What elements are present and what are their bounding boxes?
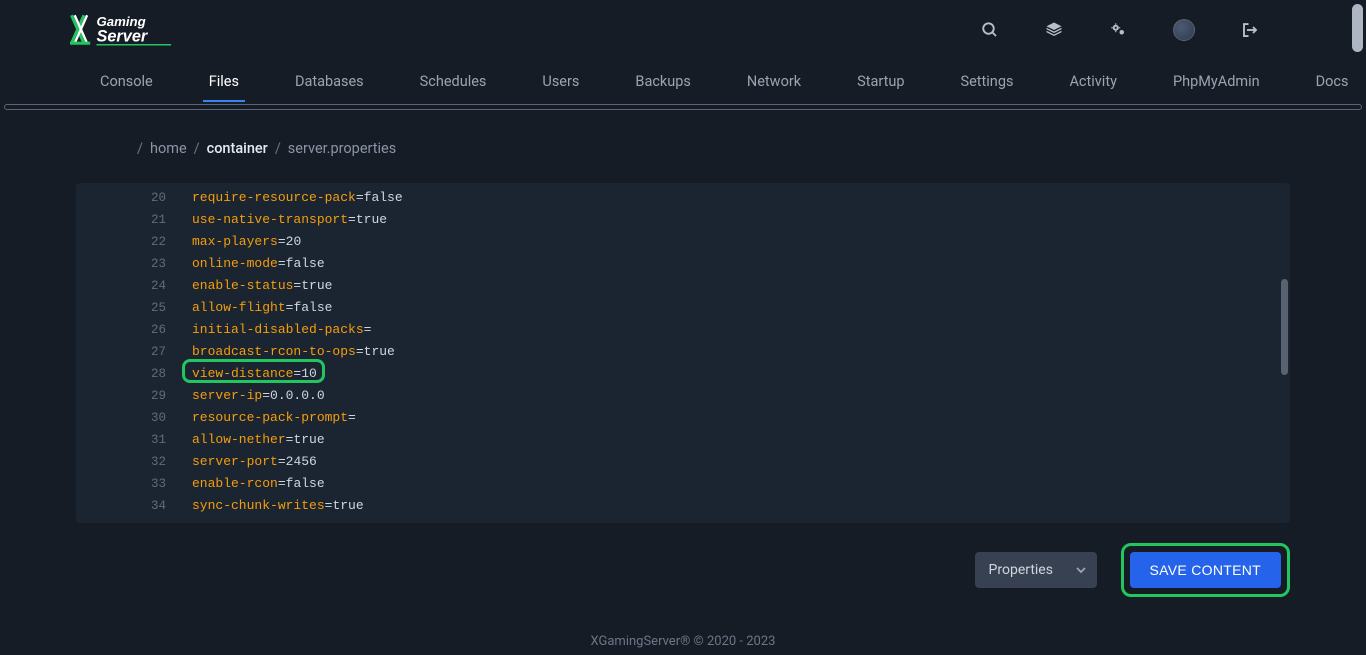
line-code[interactable]: broadcast-rcon-to-ops=true — [190, 341, 395, 363]
editor-line[interactable]: 21use-native-transport=true — [76, 209, 1290, 231]
tab-users[interactable]: Users — [542, 62, 579, 101]
editor-line[interactable]: 23online-mode=false — [76, 253, 1290, 275]
header-actions — [981, 19, 1354, 41]
tab-network[interactable]: Network — [747, 62, 801, 101]
line-code[interactable]: server-ip=0.0.0.0 — [190, 385, 325, 407]
line-number: 32 — [76, 451, 190, 473]
line-number: 28 — [76, 363, 190, 385]
breadcrumb-segment[interactable]: container — [207, 140, 268, 157]
footer-text: XGamingServer® © 2020 - 2023 — [0, 634, 1366, 649]
editor-line[interactable]: 24enable-status=true — [76, 275, 1290, 297]
tab-console[interactable]: Console — [100, 62, 153, 101]
editor-line[interactable]: 30resource-pack-prompt= — [76, 407, 1290, 429]
syntax-select-label: Properties — [989, 562, 1053, 578]
editor-line[interactable]: 34sync-chunk-writes=true — [76, 495, 1290, 517]
progress-bar — [4, 104, 1362, 110]
editor-line[interactable]: 32server-port=2456 — [76, 451, 1290, 473]
editor-line[interactable]: 28view-distance=10 — [76, 363, 1290, 385]
line-number: 34 — [76, 495, 190, 517]
editor-actions: Properties SAVE CONTENT — [76, 543, 1290, 597]
tab-backups[interactable]: Backups — [635, 62, 690, 101]
line-code[interactable]: server-port=2456 — [190, 451, 317, 473]
save-highlight-annotation: SAVE CONTENT — [1121, 543, 1290, 597]
editor-line[interactable]: 25allow-flight=false — [76, 297, 1290, 319]
nav-tabs: Console Files Databases Schedules Users Backu… — [0, 60, 1366, 104]
editor-line[interactable]: 33enable-rcon=false — [76, 473, 1290, 495]
line-code[interactable]: view-distance=10 — [190, 363, 317, 385]
line-code[interactable]: enable-rcon=false — [190, 473, 325, 495]
line-code[interactable]: sync-chunk-writes=true — [190, 495, 364, 517]
editor-line[interactable]: 22max-players=20 — [76, 231, 1290, 253]
tab-settings[interactable]: Settings — [961, 62, 1014, 101]
line-code[interactable]: online-mode=false — [190, 253, 325, 275]
layers-icon[interactable] — [1045, 21, 1063, 39]
line-number: 23 — [76, 253, 190, 275]
line-code[interactable]: max-players=20 — [190, 231, 301, 253]
browser-scrollbar[interactable] — [1352, 4, 1363, 52]
line-number: 31 — [76, 429, 190, 451]
line-number: 20 — [76, 187, 190, 209]
editor-line[interactable]: 20require-resource-pack=false — [76, 187, 1290, 209]
editor-line[interactable]: 29server-ip=0.0.0.0 — [76, 385, 1290, 407]
logo-text-bottom: Server — [96, 28, 148, 46]
line-number: 24 — [76, 275, 190, 297]
logo[interactable]: Gaming Server — [70, 12, 210, 48]
breadcrumb-segment[interactable]: home — [150, 140, 187, 157]
breadcrumb: /home/container/server.properties — [76, 140, 1290, 157]
line-code[interactable]: use-native-transport=true — [190, 209, 387, 231]
line-code[interactable]: resource-pack-prompt= — [190, 407, 356, 429]
line-code[interactable]: require-resource-pack=false — [190, 187, 403, 209]
settings-icon[interactable] — [1109, 21, 1127, 39]
editor-line[interactable]: 31allow-nether=true — [76, 429, 1290, 451]
line-number: 29 — [76, 385, 190, 407]
editor-scrollbar[interactable] — [1281, 279, 1288, 375]
syntax-select[interactable]: Properties — [975, 552, 1097, 588]
line-number: 25 — [76, 297, 190, 319]
tab-schedules[interactable]: Schedules — [420, 62, 487, 101]
save-content-button[interactable]: SAVE CONTENT — [1130, 552, 1281, 588]
editor-line[interactable]: 26initial-disabled-packs= — [76, 319, 1290, 341]
editor-line[interactable]: 27broadcast-rcon-to-ops=true — [76, 341, 1290, 363]
line-code[interactable]: allow-nether=true — [190, 429, 325, 451]
chevron-down-icon — [1075, 564, 1087, 576]
line-number: 21 — [76, 209, 190, 231]
line-code[interactable]: allow-flight=false — [190, 297, 332, 319]
tab-phpmyadmin[interactable]: PhpMyAdmin — [1173, 62, 1260, 101]
tab-activity[interactable]: Activity — [1069, 62, 1116, 101]
avatar[interactable] — [1173, 19, 1195, 41]
line-number: 33 — [76, 473, 190, 495]
tab-files[interactable]: Files — [209, 62, 239, 101]
breadcrumb-segment: server.properties — [288, 140, 396, 157]
line-code[interactable]: enable-status=true — [190, 275, 332, 297]
tab-startup[interactable]: Startup — [857, 62, 904, 101]
line-number: 27 — [76, 341, 190, 363]
file-editor[interactable]: 20require-resource-pack=false21use-nativ… — [76, 183, 1290, 523]
line-number: 26 — [76, 319, 190, 341]
header: Gaming Server — [0, 0, 1366, 60]
line-number: 30 — [76, 407, 190, 429]
line-code[interactable]: initial-disabled-packs= — [190, 319, 371, 341]
tab-databases[interactable]: Databases — [295, 62, 364, 101]
logo-text-top: Gaming — [96, 14, 145, 29]
line-number: 22 — [76, 231, 190, 253]
tab-docs[interactable]: Docs — [1316, 62, 1349, 101]
search-icon[interactable] — [981, 21, 999, 39]
logout-icon[interactable] — [1241, 21, 1259, 39]
